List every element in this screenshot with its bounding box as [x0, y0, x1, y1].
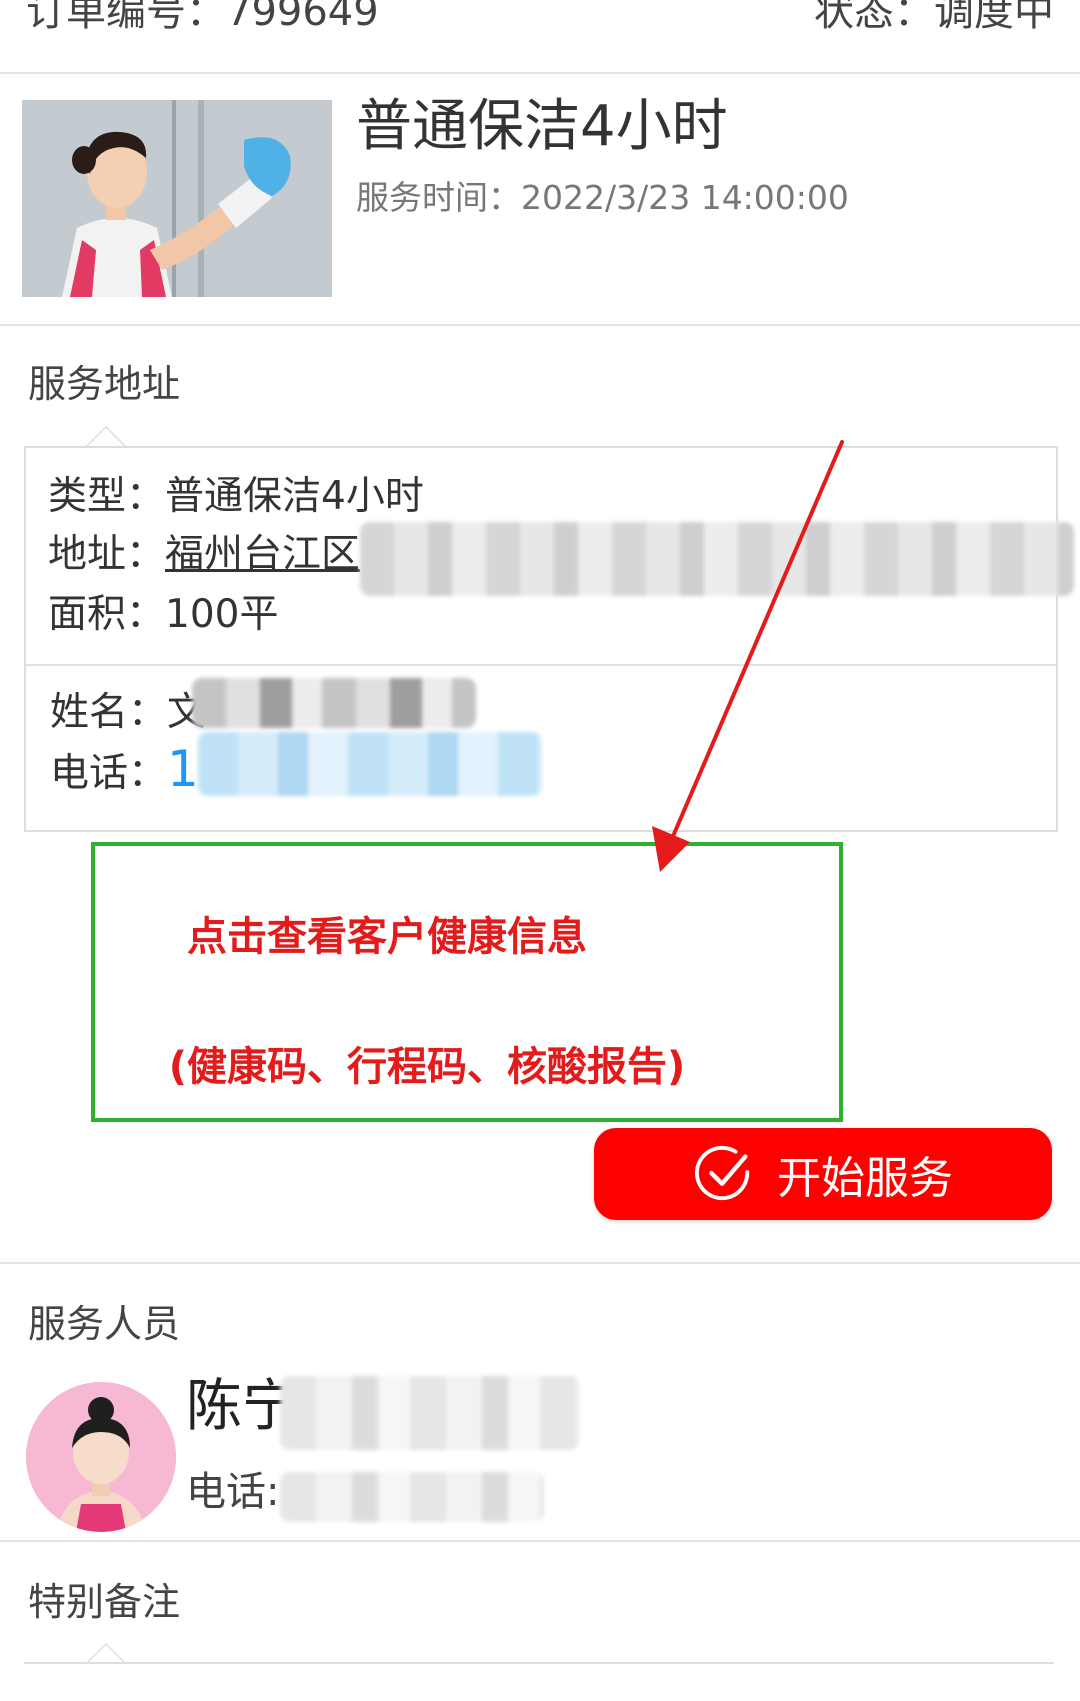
staff-avatar-icon: [26, 1382, 176, 1532]
staff-name-redaction: [280, 1376, 580, 1450]
staff-avatar: [26, 1382, 176, 1532]
check-circle-icon: [694, 1145, 750, 1201]
remarks-box-top: [24, 1662, 1054, 1664]
start-service-button[interactable]: 开始服务: [594, 1128, 1052, 1220]
staff-divider: [0, 1540, 1080, 1542]
start-service-label: 开始服务: [777, 1153, 953, 1204]
button-divider: [0, 1262, 1080, 1264]
staff-section-title: 服务人员: [28, 1302, 181, 1346]
staff-phone-redaction: [280, 1472, 544, 1522]
staff-phone-label: 电话:: [186, 1469, 280, 1515]
remarks-section-title: 特别备注: [28, 1580, 181, 1624]
remarks-pointer: [86, 1643, 126, 1663]
